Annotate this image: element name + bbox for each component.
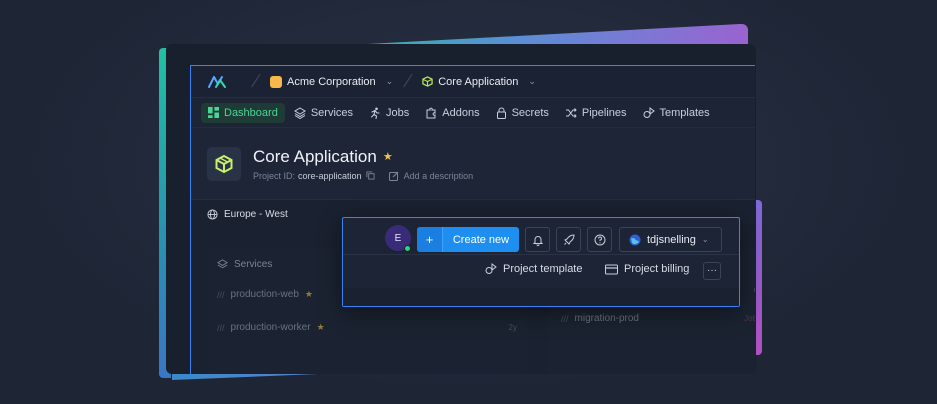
job-type: Job [744,314,755,323]
deploy-button[interactable] [556,227,581,252]
runner-icon [370,107,380,119]
more-icon: ··· [707,265,717,276]
services-heading: Services [234,259,273,270]
credit-card-icon [605,264,618,274]
project-actions-row: Project template Project billing ··· [343,255,739,287]
breadcrumb-separator: / [249,71,262,91]
chevron-down-icon: ⌄ [701,235,709,244]
star-icon: ★ [316,322,325,332]
toolbar-popup: E + Create new tdjsnelling ⌄ Project tem… [342,217,740,307]
nav-item-secrets[interactable]: Secrets [489,103,556,123]
nav-item-addons[interactable]: Addons [418,103,486,123]
page-title: Core Application ★ [253,147,473,167]
layers-icon [217,259,228,269]
add-description-link[interactable]: Add a description [404,171,474,181]
nav-bar: Dashboard Services Jobs Addons Secrets P… [191,98,755,128]
project-id-label: Project ID: [253,170,296,181]
project-id-value: core-application [298,170,362,181]
org-avatar-icon [270,75,283,88]
job-name: migration-prod [574,313,639,324]
breadcrumb-separator: / [401,71,415,91]
project-name: Core Application [438,75,519,88]
org-switcher[interactable]: Acme Corporation ⌄ [270,75,394,88]
plus-icon: + [417,227,443,252]
project-template-link[interactable]: Project template [485,263,582,275]
nav-item-label: Pipelines [581,106,627,119]
service-age: 2y [508,323,517,332]
layers-icon [293,106,306,119]
copy-icon[interactable] [366,171,375,180]
dashboard-icon [208,107,219,118]
nav-item-label: Dashboard [224,106,278,119]
star-icon: ★ [304,289,313,299]
puzzle-icon [426,107,436,118]
bell-icon [532,235,543,246]
shuffle-icon [565,107,577,118]
service-glyph-icon: /// [217,289,225,300]
lock-icon [496,107,506,119]
nav-item-label: Templates [659,106,710,119]
org-name: Acme Corporation [287,75,376,88]
help-button[interactable] [587,227,612,252]
project-switcher[interactable]: Core Application ⌄ [422,76,536,88]
cube-icon [422,76,433,87]
nav-item-label: Addons [442,106,480,119]
top-bar: / Acme Corporation ⌄ / Core Application … [191,66,755,98]
project-meta: Project ID: core-application Add a descr… [253,171,473,181]
nav-item-pipelines[interactable]: Pipelines [558,103,634,123]
help-icon [594,234,605,245]
project-header: Core Application ★ Project ID: core-appl… [191,128,755,200]
nav-item-services[interactable]: Services [287,103,360,123]
create-new-label: Create new [452,233,510,246]
project-billing-link[interactable]: Project billing [605,263,689,275]
user-globe-icon [629,234,641,245]
region-label: Europe - West [224,208,288,220]
create-new-button[interactable]: + Create new [417,227,519,252]
user-menu-button[interactable]: tdjsnelling ⌄ [619,227,722,252]
list-item[interactable]: /// production-worker ★ 2y [207,314,527,341]
project-title: Core Application [253,146,377,166]
image-label: mag [753,285,755,294]
project-cube-icon [207,146,241,181]
username: tdjsnelling [647,233,696,246]
more-options-button[interactable]: ··· [703,262,721,280]
star-icon[interactable]: ★ [383,150,393,163]
list-item[interactable]: /// migration-prod Job [561,313,755,324]
nav-item-label: Secrets [511,106,549,119]
project-billing-label: Project billing [624,263,690,275]
chevron-down-icon: ⌄ [528,76,536,86]
popup-footer [343,288,739,306]
online-status-dot [404,245,411,252]
globe-icon [207,208,218,220]
rocket-icon [563,233,575,245]
project-template-label: Project template [503,263,583,275]
notifications-button[interactable] [525,227,550,252]
shapes-icon [643,106,655,118]
nav-item-label: Jobs [386,106,410,119]
service-name: production-web [230,289,299,300]
nav-item-templates[interactable]: Templates [636,103,717,123]
service-glyph-icon: /// [217,322,225,333]
toolbar-row: E + Create new tdjsnelling ⌄ [343,222,739,254]
nav-item-dashboard[interactable]: Dashboard [201,102,285,123]
service-name: production-worker [230,322,311,333]
shapes-icon [485,263,497,274]
avatar-initial: E [394,232,402,244]
edit-icon[interactable] [388,171,399,181]
chevron-down-icon: ⌄ [385,76,394,86]
nav-item-label: Services [310,106,354,119]
nav-item-jobs[interactable]: Jobs [362,103,416,123]
job-glyph-icon: /// [561,313,569,324]
app-logo-icon[interactable] [207,72,227,92]
